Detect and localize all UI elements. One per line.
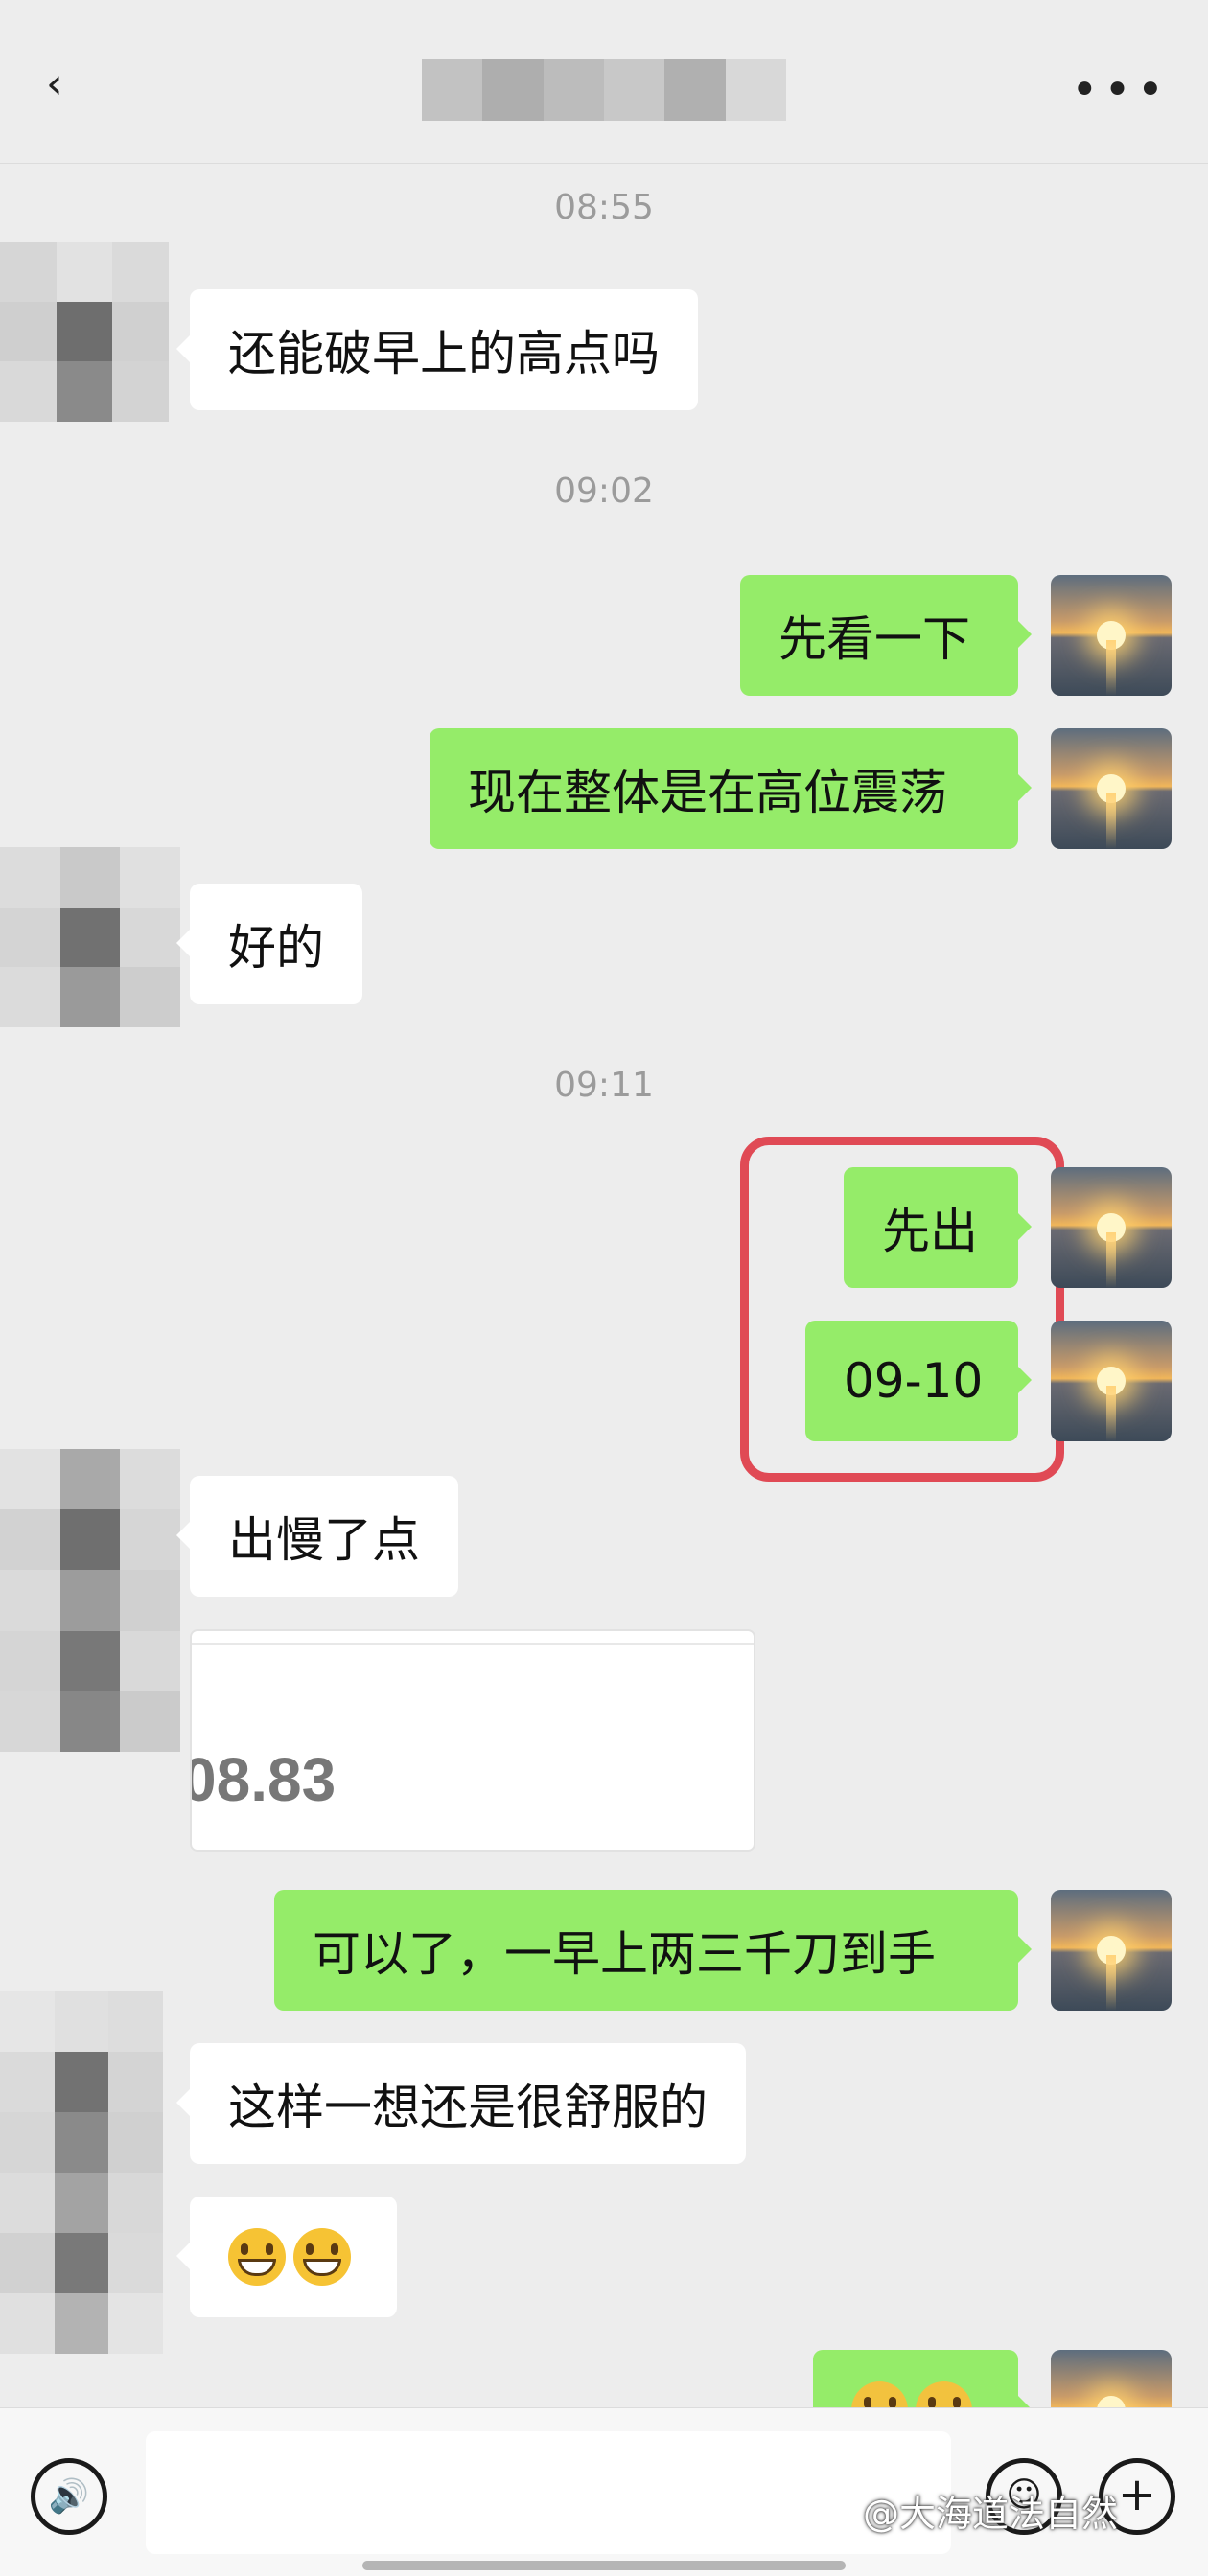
- contact-avatar[interactable]: [0, 242, 169, 422]
- grin-emoji-icon: [293, 2228, 351, 2286]
- timestamp: 08:55: [554, 188, 654, 227]
- my-avatar[interactable]: [1051, 1167, 1172, 1288]
- back-icon[interactable]: ‹: [46, 59, 63, 108]
- card-divider: [192, 1643, 754, 1645]
- my-avatar[interactable]: [1051, 728, 1172, 849]
- card-value: 08.83: [190, 1745, 337, 1814]
- message-bubble-incoming-emoji[interactable]: [176, 2196, 397, 2317]
- my-avatar[interactable]: [1051, 1321, 1172, 1441]
- more-dots-icon[interactable]: •••: [1071, 67, 1170, 113]
- message-input[interactable]: [146, 2431, 951, 2554]
- message-bubble-outgoing[interactable]: 先看一下: [740, 575, 1032, 696]
- watermark: @大海道法自然: [863, 2493, 1119, 2535]
- message-bubble-incoming[interactable]: 出慢了点: [176, 1476, 458, 1597]
- message-bubble-incoming[interactable]: 这样一想还是很舒服的: [176, 2043, 746, 2164]
- message-bubble-outgoing[interactable]: 现在整体是在高位震荡: [430, 728, 1032, 849]
- message-bubble-incoming[interactable]: 好的: [176, 884, 362, 1004]
- home-indicator[interactable]: [362, 2561, 846, 2570]
- voice-icon[interactable]: 🔊: [31, 2458, 107, 2535]
- timestamp: 09:02: [554, 472, 654, 511]
- contact-avatar[interactable]: [0, 847, 180, 1027]
- grin-emoji-icon: [228, 2228, 286, 2286]
- message-bubble-outgoing[interactable]: 可以了，一早上两三千刀到手: [274, 1890, 1032, 2011]
- message-bubble-incoming[interactable]: 还能破早上的高点吗: [176, 289, 698, 410]
- message-bubble-outgoing[interactable]: 09-10: [805, 1321, 1032, 1441]
- contact-avatar[interactable]: [0, 1991, 163, 2354]
- contact-name-blurred: [422, 59, 786, 121]
- image-card[interactable]: 08.83: [190, 1629, 755, 1852]
- timestamp: 09:11: [554, 1066, 654, 1105]
- message-bubble-outgoing[interactable]: 先出: [844, 1167, 1032, 1288]
- my-avatar[interactable]: [1051, 1890, 1172, 2011]
- contact-avatar[interactable]: [0, 1449, 180, 1752]
- my-avatar[interactable]: [1051, 575, 1172, 696]
- chat-header: ‹ •••: [0, 0, 1208, 164]
